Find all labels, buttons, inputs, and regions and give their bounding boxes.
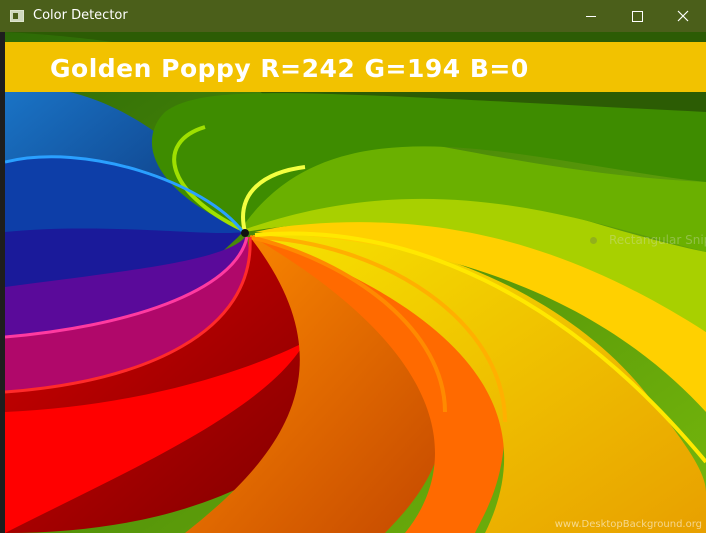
rainbow-swirl-image [5,32,706,533]
detected-color-label: Golden Poppy R=242 G=194 B=0 [50,54,529,83]
minimize-button[interactable] [568,0,614,32]
close-button[interactable] [660,0,706,32]
maximize-button[interactable] [614,0,660,32]
image-watermark: www.DesktopBackground.org [554,519,702,530]
maximize-icon [631,10,643,22]
image-canvas[interactable]: Golden Poppy R=242 G=194 B=0 Rectangular… [5,32,706,533]
close-icon [677,10,689,22]
detected-color-banner: Golden Poppy R=242 G=194 B=0 [5,42,706,92]
minimize-icon [586,15,596,17]
background-snip-ghost: Rectangular Snip [590,233,706,247]
app-window-icon [10,10,24,22]
window-title: Color Detector [33,8,128,23]
title-bar: Color Detector [0,0,706,32]
snip-icon [590,236,597,244]
snip-ghost-label: Rectangular Snip [609,233,706,247]
